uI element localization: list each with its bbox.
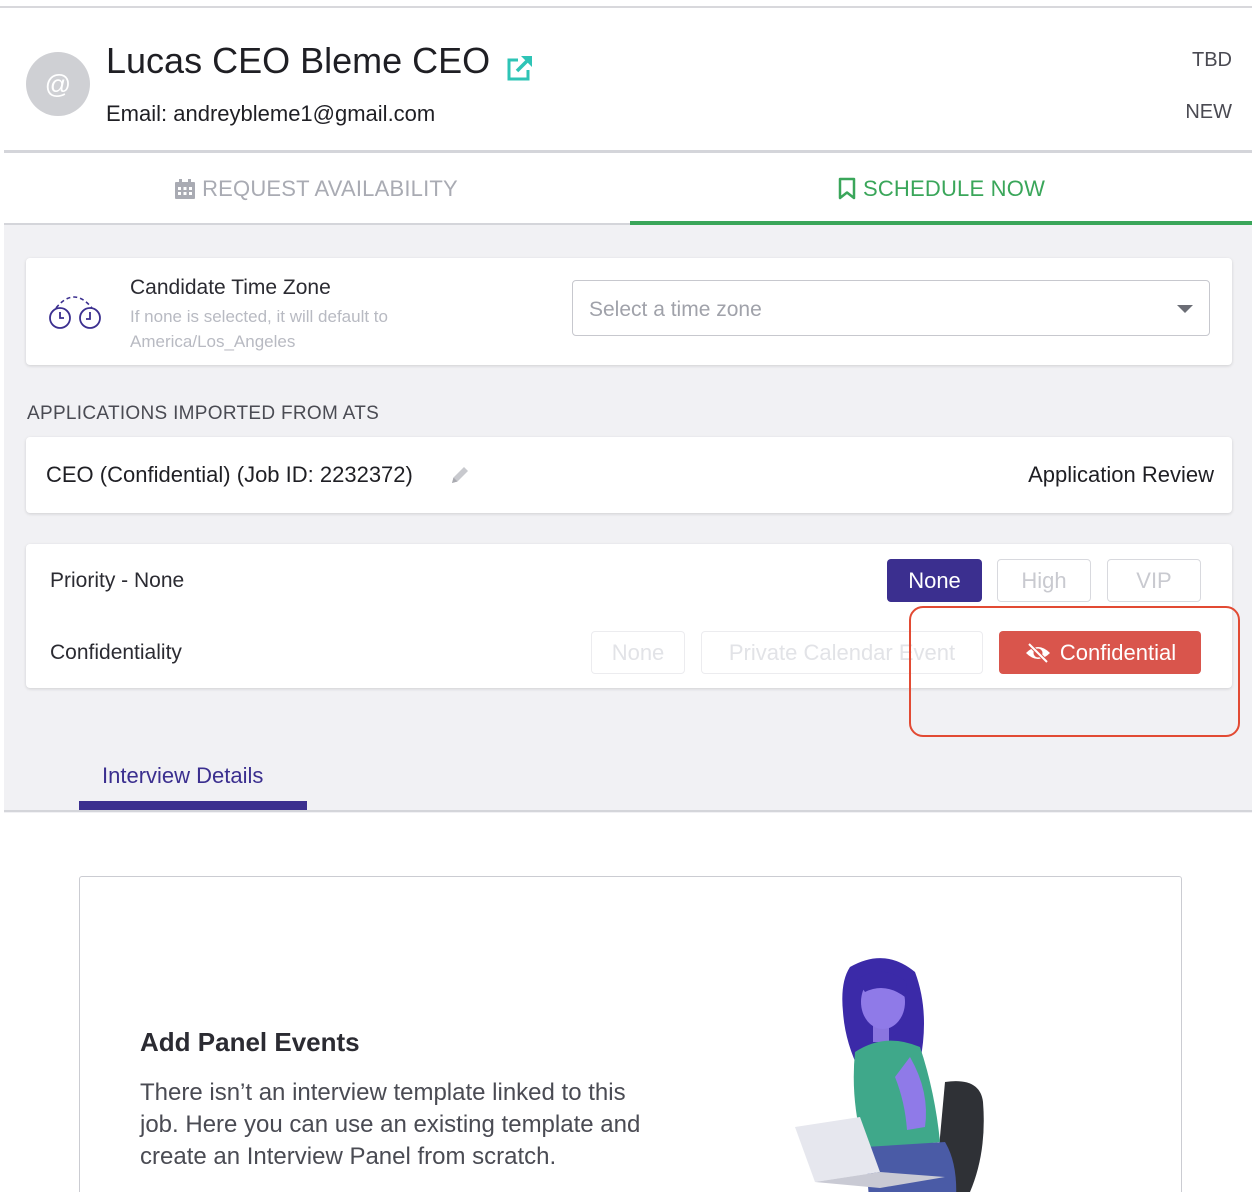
candidate-name: Lucas CEO Bleme CEO bbox=[106, 40, 491, 81]
confidentiality-none-button[interactable]: None bbox=[591, 631, 685, 674]
chevron-down-icon bbox=[1177, 305, 1193, 313]
add-panel-events-box: Add Panel Events There isn’t an intervie… bbox=[79, 876, 1182, 1192]
priority-high-button[interactable]: High bbox=[997, 559, 1091, 602]
priority-vip-button[interactable]: VIP bbox=[1107, 559, 1201, 602]
candidate-email: Email: andreybleme1@gmail.com bbox=[106, 101, 436, 126]
schedule-tabs: REQUEST AVAILABILITY SCHEDULE NOW bbox=[4, 153, 1252, 225]
timezone-select[interactable]: Select a time zone bbox=[572, 280, 1210, 336]
tab-schedule-now[interactable]: SCHEDULE NOW bbox=[630, 153, 1252, 225]
timezone-title: Candidate Time Zone bbox=[130, 276, 331, 299]
tab-request-availability[interactable]: REQUEST AVAILABILITY bbox=[4, 153, 628, 225]
highlight-annotation bbox=[909, 606, 1240, 737]
panel-title: Add Panel Events bbox=[140, 1027, 360, 1057]
external-link-icon[interactable] bbox=[506, 54, 534, 82]
interview-details-indicator bbox=[79, 801, 307, 810]
avatar: @ bbox=[26, 52, 90, 116]
priority-label: Priority - None bbox=[50, 569, 185, 592]
bookmark-icon bbox=[838, 177, 856, 200]
applications-section-label: APPLICATIONS IMPORTED FROM ATS bbox=[27, 403, 380, 424]
candidate-header: @ Lucas CEO Bleme CEO Email: andreybleme… bbox=[0, 8, 1252, 153]
timezone-placeholder: Select a time zone bbox=[589, 298, 762, 321]
status-badge: NEW bbox=[1185, 101, 1232, 123]
pencil-icon[interactable] bbox=[448, 463, 472, 487]
confidentiality-label: Confidentiality bbox=[50, 641, 182, 664]
status-top: TBD bbox=[1192, 49, 1232, 71]
tab-request-label: REQUEST AVAILABILITY bbox=[202, 176, 458, 201]
woman-laptop-illustration bbox=[795, 958, 984, 1192]
tab-schedule-label: SCHEDULE NOW bbox=[862, 176, 1046, 201]
application-item: CEO (Confidential) (Job ID: 2232372) App… bbox=[26, 437, 1232, 513]
panel-description: There isn’t an interview template linked… bbox=[140, 1079, 641, 1170]
timezone-clocks-icon bbox=[49, 296, 101, 329]
timezone-hint: If none is selected, it will default to … bbox=[130, 307, 388, 351]
tab-interview-details[interactable]: Interview Details bbox=[102, 763, 263, 789]
application-status: Application Review bbox=[1028, 462, 1214, 487]
application-title: CEO (Confidential) (Job ID: 2232372) bbox=[46, 462, 413, 487]
priority-none-button[interactable]: None bbox=[887, 559, 982, 602]
timezone-card: Candidate Time Zone If none is selected,… bbox=[26, 258, 1232, 365]
calendar-icon bbox=[175, 179, 196, 199]
content-divider bbox=[4, 810, 1252, 812]
